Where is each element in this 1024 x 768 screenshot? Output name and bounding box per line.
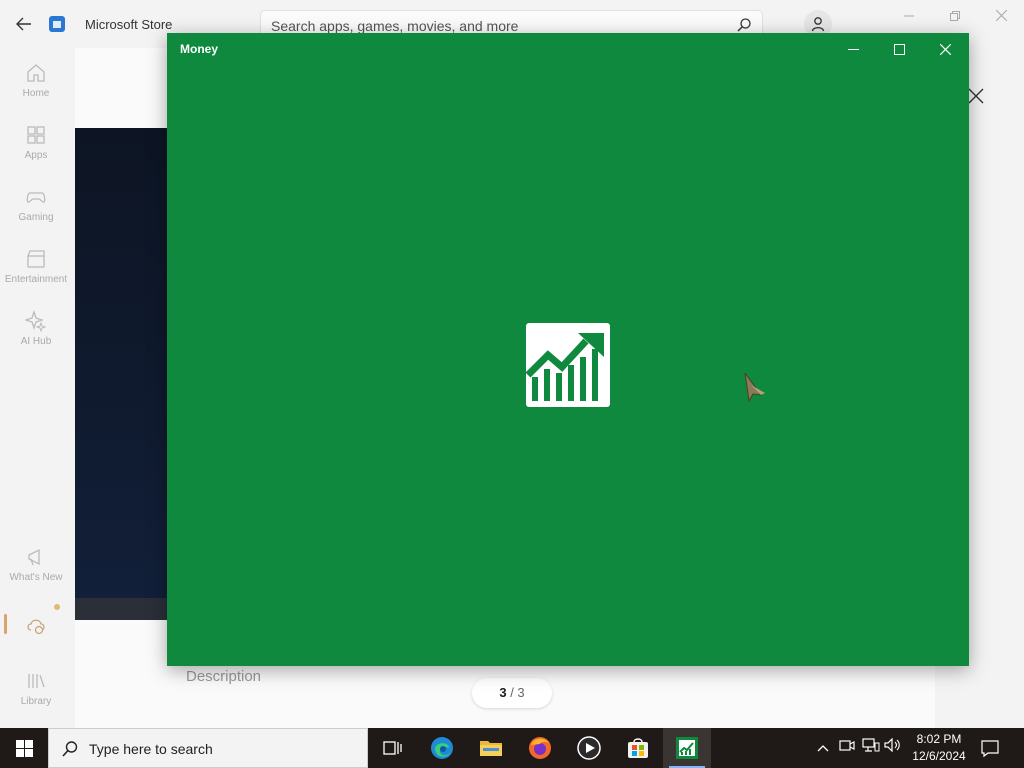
taskbar-file-explorer[interactable] bbox=[467, 728, 515, 768]
store-bag-icon bbox=[628, 738, 648, 758]
windows-taskbar: Type here to search 8:02 PM 12/6/2024 bbox=[0, 728, 1024, 768]
store-sidebar: Home Apps Gaming Entertainment AI Hub Wh… bbox=[0, 48, 72, 728]
close-icon bbox=[995, 9, 1007, 22]
taskbar-money[interactable] bbox=[663, 728, 711, 768]
nav-label-apps: Apps bbox=[24, 150, 48, 161]
start-button[interactable] bbox=[0, 728, 48, 768]
notification-center-button[interactable] bbox=[980, 738, 1002, 758]
nav-item-apps[interactable]: Apps bbox=[0, 120, 72, 178]
firefox-icon bbox=[529, 737, 551, 759]
megaphone-icon bbox=[28, 548, 40, 566]
restore-icon bbox=[950, 11, 960, 21]
taskbar-firefox[interactable] bbox=[516, 728, 564, 768]
windows-logo-icon bbox=[15, 739, 33, 757]
chart-trend-icon bbox=[525, 333, 604, 401]
money-minimize-button[interactable] bbox=[831, 37, 875, 61]
search-icon[interactable] bbox=[736, 17, 752, 33]
back-button[interactable] bbox=[10, 12, 38, 36]
update-badge bbox=[54, 604, 60, 610]
library-icon bbox=[28, 674, 45, 688]
play-icon bbox=[577, 736, 601, 760]
minimize-icon bbox=[904, 15, 914, 17]
taskbar-clock[interactable]: 8:02 PM 12/6/2024 bbox=[906, 731, 972, 765]
taskbar-search-placeholder: Type here to search bbox=[89, 741, 213, 757]
camera-icon bbox=[839, 740, 855, 751]
store-minimize-button[interactable] bbox=[894, 8, 924, 28]
nav-active-indicator bbox=[4, 614, 7, 634]
apps-icon bbox=[27, 126, 45, 144]
screenshot-preview-image bbox=[75, 128, 170, 620]
nav-item-home[interactable]: Home bbox=[0, 58, 72, 116]
taskbar-task-view[interactable] bbox=[368, 728, 416, 768]
pager-total: 3 bbox=[517, 685, 525, 700]
taskbar-microsoft-store[interactable] bbox=[614, 728, 662, 768]
nav-item-gaming[interactable]: Gaming bbox=[0, 182, 72, 240]
money-app-window: Money bbox=[167, 33, 969, 666]
clock-date: 12/6/2024 bbox=[912, 749, 966, 763]
money-close-button[interactable] bbox=[923, 37, 967, 61]
loading-cursor-icon bbox=[744, 372, 765, 403]
money-chart-icon bbox=[676, 737, 698, 759]
maximize-icon bbox=[893, 43, 905, 55]
back-arrow-icon bbox=[16, 17, 31, 31]
store-app-title: Microsoft Store bbox=[85, 17, 173, 32]
pager-current: 3 bbox=[499, 685, 507, 700]
detail-close-icon[interactable] bbox=[966, 86, 986, 106]
task-view-icon bbox=[383, 741, 402, 755]
tray-network[interactable] bbox=[862, 738, 880, 758]
cloud-download-icon bbox=[27, 619, 45, 635]
tray-overflow-chevron[interactable] bbox=[814, 738, 832, 758]
money-maximize-button[interactable] bbox=[877, 37, 921, 61]
nav-label-home: Home bbox=[22, 88, 50, 99]
nav-label-ai-hub: AI Hub bbox=[20, 336, 52, 347]
clapperboard-icon bbox=[27, 250, 45, 268]
search-icon bbox=[62, 741, 78, 757]
pager-separator: / bbox=[506, 685, 518, 700]
chevron-up-icon bbox=[817, 745, 829, 752]
person-icon bbox=[811, 17, 825, 32]
screenshot-preview-band bbox=[75, 598, 170, 620]
edge-icon bbox=[431, 737, 453, 759]
tray-meet-now[interactable] bbox=[838, 738, 856, 758]
clock-time: 8:02 PM bbox=[916, 732, 962, 746]
taskbar-edge[interactable] bbox=[418, 728, 466, 768]
money-splash-logo bbox=[525, 323, 610, 407]
folder-icon bbox=[480, 741, 502, 756]
notification-icon bbox=[981, 740, 999, 758]
gamepad-icon bbox=[26, 192, 46, 203]
taskbar-search-box[interactable]: Type here to search bbox=[48, 728, 368, 768]
nav-label-entertainment: Entertainment bbox=[4, 274, 68, 285]
minimize-icon bbox=[847, 48, 859, 50]
nav-item-entertainment[interactable]: Entertainment bbox=[0, 244, 72, 302]
store-close-button[interactable] bbox=[986, 8, 1016, 28]
speaker-icon bbox=[884, 737, 900, 753]
nav-label-whats-new: What's New bbox=[9, 572, 63, 583]
network-icon bbox=[862, 738, 880, 752]
store-logo-icon bbox=[49, 16, 65, 32]
nav-label-gaming: Gaming bbox=[18, 212, 54, 223]
nav-item-ai-hub[interactable]: AI Hub bbox=[0, 306, 72, 364]
nav-item-whats-new[interactable]: What's New bbox=[0, 542, 72, 600]
store-restore-button[interactable] bbox=[940, 8, 970, 28]
screenshot-pager[interactable]: 3 / 3 bbox=[472, 678, 552, 708]
nav-item-downloads[interactable] bbox=[0, 610, 72, 668]
nav-label-library: Library bbox=[20, 696, 52, 707]
close-icon bbox=[939, 43, 951, 55]
nav-item-library[interactable]: Library bbox=[0, 666, 72, 724]
description-heading: Description bbox=[186, 668, 262, 685]
taskbar-media-player[interactable] bbox=[565, 728, 613, 768]
tray-volume[interactable] bbox=[884, 737, 902, 758]
home-icon bbox=[27, 64, 45, 82]
sparkle-icon bbox=[25, 310, 47, 332]
money-window-title: Money bbox=[180, 42, 219, 56]
